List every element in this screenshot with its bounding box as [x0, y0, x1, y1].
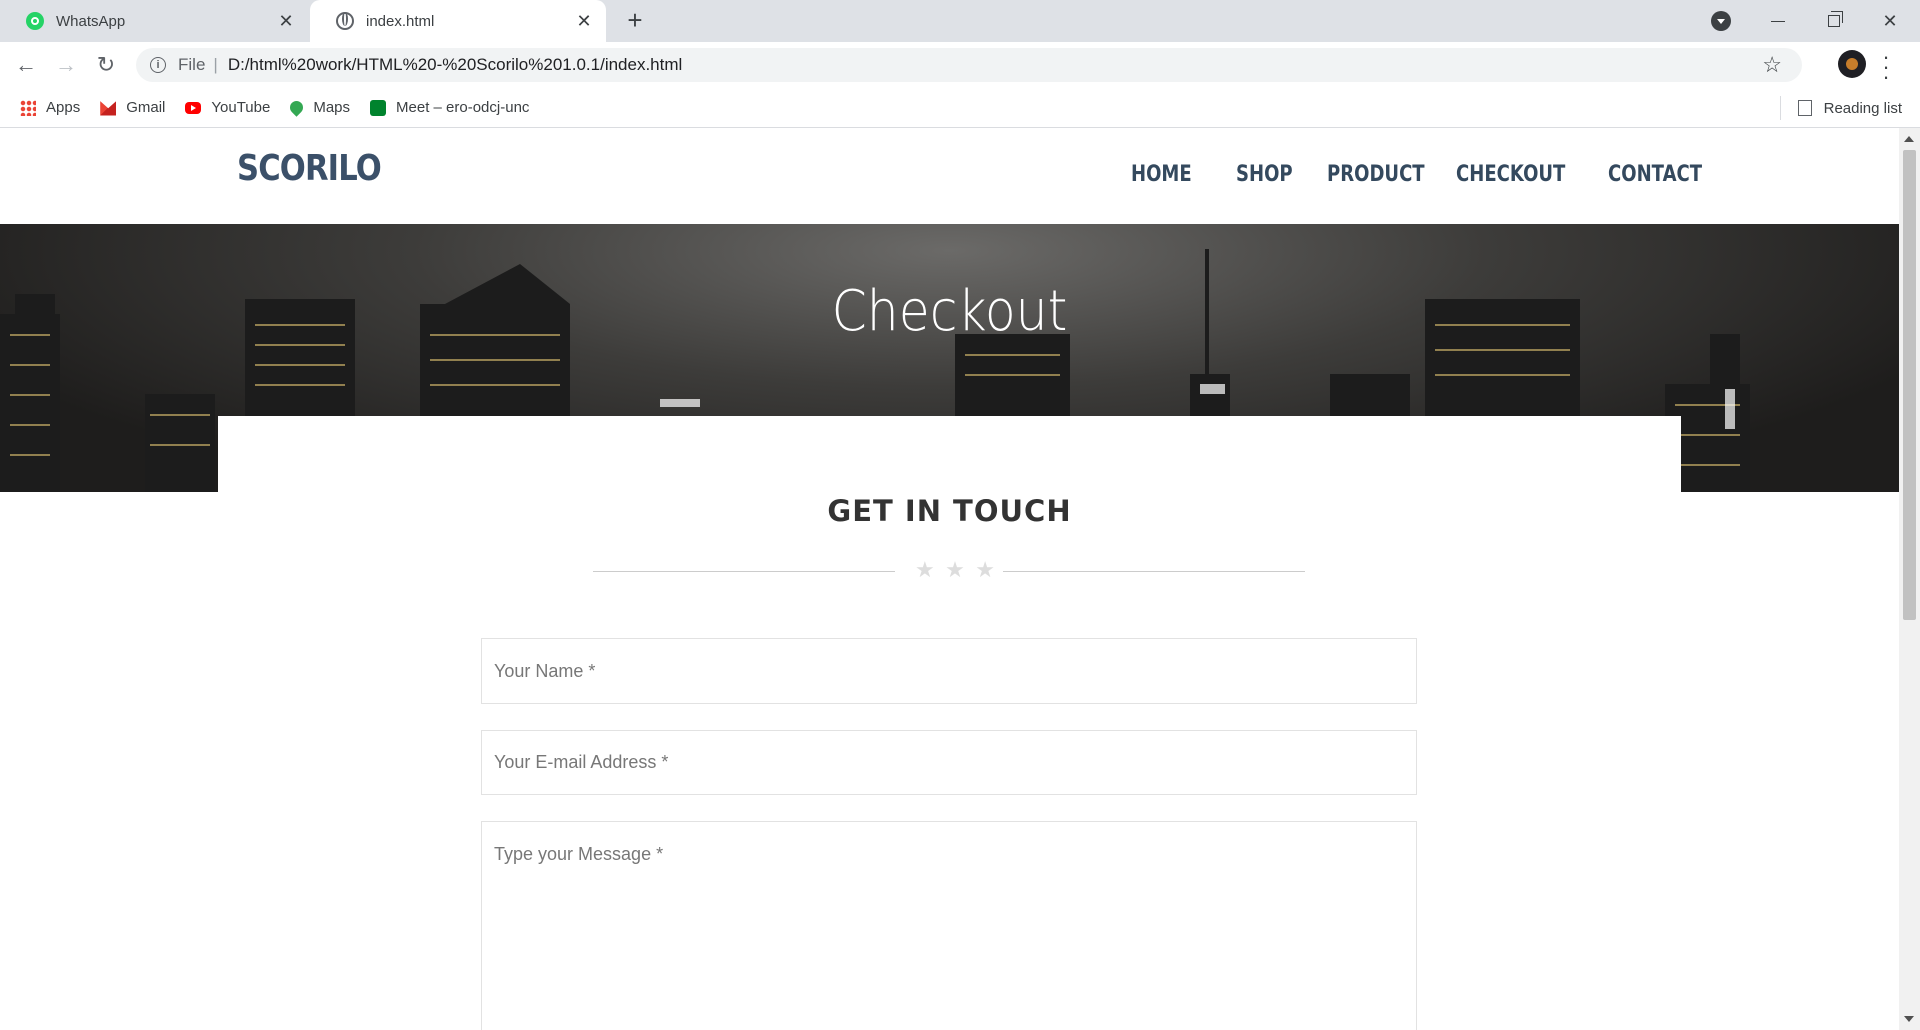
youtube-icon: [185, 101, 202, 114]
main-nav: HOME SHOP PRODUCT CHECKOUT CONTACT: [1131, 162, 1735, 187]
close-icon[interactable]: ✕: [574, 11, 594, 31]
scroll-down-arrow-icon[interactable]: [1904, 1016, 1914, 1022]
reading-list-button[interactable]: Reading list: [1797, 88, 1902, 128]
contact-card: GET IN TOUCH ★ ★ ★: [218, 416, 1681, 1030]
reading-list-icon: [1797, 100, 1812, 116]
bookmark-label: Meet – ero-odcj-unc: [396, 99, 530, 116]
browser-tab-strip: WhatsApp ✕ index.html ✕ + ✕: [0, 0, 1920, 42]
arrow-left-icon: ←: [15, 52, 37, 77]
bookmarks-bar: Apps Gmail YouTube Maps Meet – ero-odcj-…: [0, 88, 1920, 128]
minimize-button[interactable]: [1750, 0, 1806, 42]
site-logo[interactable]: SCORILO: [237, 148, 382, 189]
nav-home[interactable]: HOME: [1131, 162, 1192, 187]
arrow-right-icon: →: [55, 52, 77, 77]
bookmark-label: Apps: [46, 99, 81, 116]
info-icon[interactable]: i: [150, 57, 166, 73]
bookmark-maps[interactable]: Maps: [287, 98, 351, 117]
page-scrollbar[interactable]: [1899, 128, 1920, 1030]
email-field[interactable]: [481, 730, 1417, 795]
site-header: SCORILO HOME SHOP PRODUCT CHECKOUT CONTA…: [0, 128, 1899, 224]
scroll-thumb[interactable]: [1903, 150, 1916, 620]
bookmark-label: Gmail: [126, 99, 166, 116]
bookmarks-divider: [1780, 96, 1781, 120]
tab-whatsapp[interactable]: WhatsApp ✕: [0, 0, 308, 42]
gmail-icon: [100, 101, 117, 116]
hero-title: Checkout: [831, 279, 1068, 344]
star-icon: ★: [915, 557, 935, 582]
maps-icon: [287, 98, 307, 117]
apps-grid-icon: [20, 99, 36, 116]
bookmark-star-icon[interactable]: ☆: [1762, 52, 1782, 78]
new-tab-button[interactable]: +: [620, 7, 650, 34]
message-textarea[interactable]: [482, 822, 1416, 1030]
star-icon: ★: [975, 557, 995, 582]
star-icon: ★: [945, 557, 965, 582]
section-title: GET IN TOUCH: [827, 494, 1072, 528]
avatar-icon: [1846, 58, 1858, 70]
title-divider-left: [593, 571, 895, 572]
close-icon[interactable]: ✕: [276, 11, 296, 31]
reload-icon: ↻: [96, 52, 116, 77]
nav-product[interactable]: PRODUCT: [1327, 162, 1425, 187]
bookmark-meet[interactable]: Meet – ero-odcj-unc: [370, 99, 529, 116]
nav-contact[interactable]: CONTACT: [1608, 162, 1702, 187]
tab-title: index.html: [366, 12, 435, 30]
whatsapp-icon: [26, 12, 44, 30]
menu-kebab-icon[interactable]: · · ·: [1882, 46, 1890, 88]
name-input[interactable]: [482, 639, 1416, 703]
reload-button[interactable]: ↻: [90, 49, 122, 81]
decorative-stars: ★ ★ ★: [915, 557, 995, 583]
message-field[interactable]: [481, 821, 1417, 1030]
scroll-up-arrow-icon[interactable]: [1904, 136, 1914, 142]
nav-shop[interactable]: SHOP: [1236, 162, 1293, 187]
window-close-button[interactable]: ✕: [1862, 0, 1918, 42]
restore-button[interactable]: [1806, 0, 1862, 42]
forward-button[interactable]: →: [50, 49, 82, 81]
address-url[interactable]: D:/html%20work/HTML%20-%20Scorilo%201.0.…: [228, 55, 682, 75]
tab-search-icon[interactable]: [1711, 11, 1731, 31]
restore-icon: [1828, 11, 1843, 27]
tab-title: WhatsApp: [56, 12, 126, 30]
bookmark-label: YouTube: [211, 99, 271, 116]
globe-icon: [336, 12, 354, 30]
close-icon: ✕: [1882, 10, 1898, 31]
address-separator: |: [213, 55, 218, 74]
bookmark-gmail[interactable]: Gmail: [100, 99, 165, 116]
bookmark-apps[interactable]: Apps: [20, 99, 80, 116]
address-scheme: File: [178, 55, 206, 74]
minimize-icon: [1771, 20, 1785, 22]
reading-list-label: Reading list: [1823, 99, 1902, 117]
bookmark-label: Maps: [313, 99, 351, 116]
title-divider-right: [1003, 571, 1305, 572]
nav-checkout[interactable]: CHECKOUT: [1456, 162, 1565, 187]
profile-avatar[interactable]: [1838, 50, 1866, 78]
bookmark-youtube[interactable]: YouTube: [185, 99, 270, 116]
tab-index-html[interactable]: index.html ✕: [310, 0, 606, 42]
email-input[interactable]: [482, 731, 1416, 794]
page-viewport: SCORILO HOME SHOP PRODUCT CHECKOUT CONTA…: [0, 128, 1899, 1030]
browser-toolbar: ← → ↻ i File | D:/html%20work/HTML%20-%2…: [0, 42, 1920, 88]
back-button[interactable]: ←: [10, 49, 42, 81]
meet-icon: [370, 99, 387, 116]
address-bar[interactable]: i File | D:/html%20work/HTML%20-%20Scori…: [136, 48, 1802, 82]
name-field[interactable]: [481, 638, 1417, 704]
